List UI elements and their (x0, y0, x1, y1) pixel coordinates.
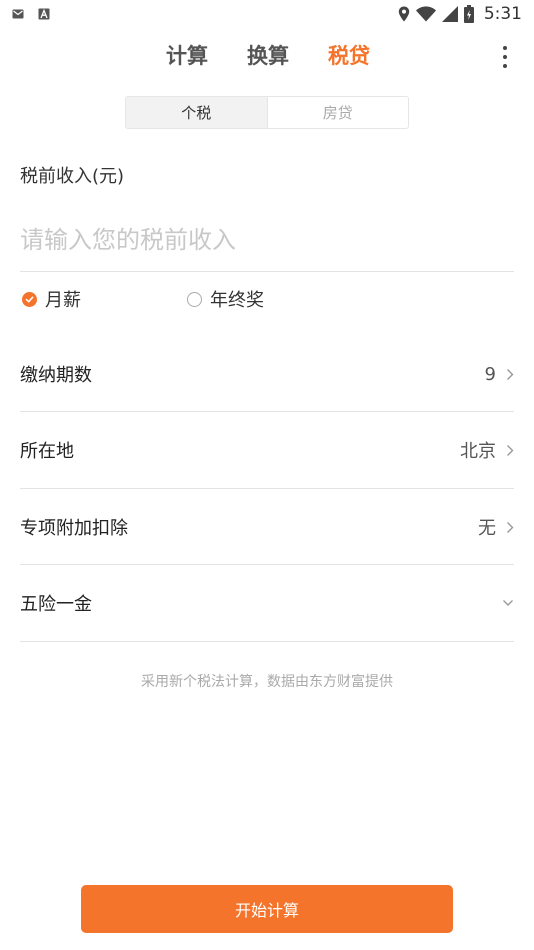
row-special-deduction-value: 无 (478, 518, 496, 539)
unchecked-radio-icon (187, 291, 202, 307)
battery-icon (463, 5, 474, 23)
signal-icon (441, 6, 458, 22)
status-time: 5:31 (483, 4, 522, 24)
row-payment-periods-right: 9 (485, 364, 514, 385)
chevron-right-icon (506, 521, 514, 534)
row-payment-periods-value: 9 (484, 363, 496, 385)
row-location[interactable]: 所在地 北京 (20, 412, 514, 488)
tab-calculate[interactable]: 计算 (166, 40, 208, 70)
row-special-deduction-label: 专项附加扣除 (20, 518, 128, 539)
row-location-label: 所在地 (20, 441, 74, 462)
row-special-deduction-right: 无 (478, 514, 514, 540)
row-payment-periods-label: 缴纳期数 (20, 365, 92, 386)
row-location-right: 北京 (460, 437, 514, 463)
row-social-insurance-right (492, 599, 514, 607)
radio-year-end-bonus-label: 年终奖 (210, 290, 264, 311)
status-bar-left (12, 8, 50, 20)
mail-icon (12, 8, 24, 20)
location-icon (398, 6, 410, 22)
radio-monthly-salary-label: 月薪 (45, 290, 81, 311)
chevron-right-icon (506, 444, 514, 457)
income-type-radio-group: 月薪 年终奖 (22, 286, 512, 312)
tab-tax-loan[interactable]: 税贷 (328, 40, 370, 70)
segment-mortgage[interactable]: 房贷 (268, 97, 409, 128)
divider (20, 271, 514, 272)
more-options-icon[interactable] (502, 46, 508, 68)
checked-radio-icon (22, 291, 37, 307)
income-label: 税前收入(元) (20, 166, 125, 187)
row-location-value: 北京 (460, 441, 496, 462)
chevron-down-icon (502, 599, 514, 607)
row-social-insurance[interactable]: 五险一金 (20, 565, 514, 641)
divider (20, 641, 514, 642)
status-bar-right: 5:31 (398, 4, 522, 24)
wifi-icon (415, 6, 436, 22)
row-payment-periods[interactable]: 缴纳期数 9 (20, 336, 514, 412)
radio-monthly-salary[interactable]: 月薪 (22, 286, 81, 312)
segment-control: 个税 房贷 (125, 96, 409, 129)
chevron-right-icon (506, 368, 514, 381)
tab-convert[interactable]: 换算 (247, 40, 289, 70)
status-bar: 5:31 (0, 0, 534, 28)
data-source-footnote: 采用新个税法计算，数据由东方财富提供 (141, 674, 393, 690)
segment-income-tax[interactable]: 个税 (126, 97, 268, 128)
start-calculation-button[interactable]: 开始计算 (81, 885, 453, 933)
row-special-deduction[interactable]: 专项附加扣除 无 (20, 489, 514, 565)
row-social-insurance-label: 五险一金 (20, 594, 92, 615)
top-tab-bar: 计算 换算 税贷 (0, 36, 534, 76)
income-input[interactable] (20, 218, 514, 262)
text-a-icon (38, 8, 50, 20)
radio-year-end-bonus[interactable]: 年终奖 (187, 286, 264, 312)
